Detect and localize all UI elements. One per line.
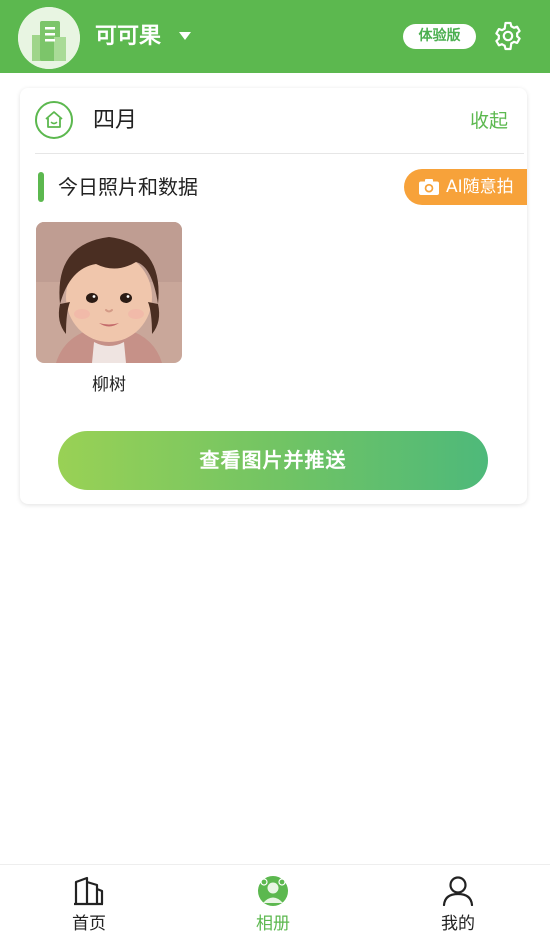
month-card: 四月 收起 今日照片和数据 AI随意拍 柳树 查看图片并推送	[20, 88, 527, 504]
school-avatar[interactable]	[18, 7, 80, 69]
dropdown-arrow-icon[interactable]	[179, 32, 191, 40]
home-icon	[35, 101, 73, 139]
gear-icon[interactable]	[492, 20, 524, 52]
school-name[interactable]: 可可果	[95, 22, 161, 52]
section-title: 今日照片和数据	[58, 175, 198, 199]
photo-thumbnail[interactable]	[36, 222, 182, 363]
section-accent-bar	[38, 172, 44, 202]
collapse-button[interactable]: 收起	[470, 107, 508, 135]
tab-mine-label: 我的	[441, 914, 475, 934]
tab-album-label: 相册	[256, 914, 290, 934]
view-and-push-button[interactable]: 查看图片并推送	[58, 431, 488, 490]
ai-capture-button[interactable]: AI随意拍	[404, 169, 527, 205]
school-building-icon	[18, 7, 80, 69]
divider	[35, 153, 524, 154]
camera-icon	[419, 179, 439, 195]
month-title: 四月	[93, 108, 138, 133]
album-icon	[258, 876, 288, 906]
building-icon	[74, 876, 104, 906]
bottom-nav: 首页 相册 我的	[0, 864, 550, 938]
tab-home[interactable]: 首页	[29, 865, 149, 938]
tab-home-label: 首页	[72, 914, 106, 934]
person-icon	[442, 876, 474, 906]
trial-version-badge: 体验版	[403, 24, 476, 49]
child-photo-image	[36, 222, 182, 363]
ai-capture-label: AI随意拍	[446, 177, 514, 197]
top-header: 可可果 体验版	[0, 0, 550, 73]
photo-caption: 柳树	[92, 375, 126, 395]
tab-mine[interactable]: 我的	[398, 865, 518, 938]
tab-album[interactable]: 相册	[213, 865, 333, 938]
